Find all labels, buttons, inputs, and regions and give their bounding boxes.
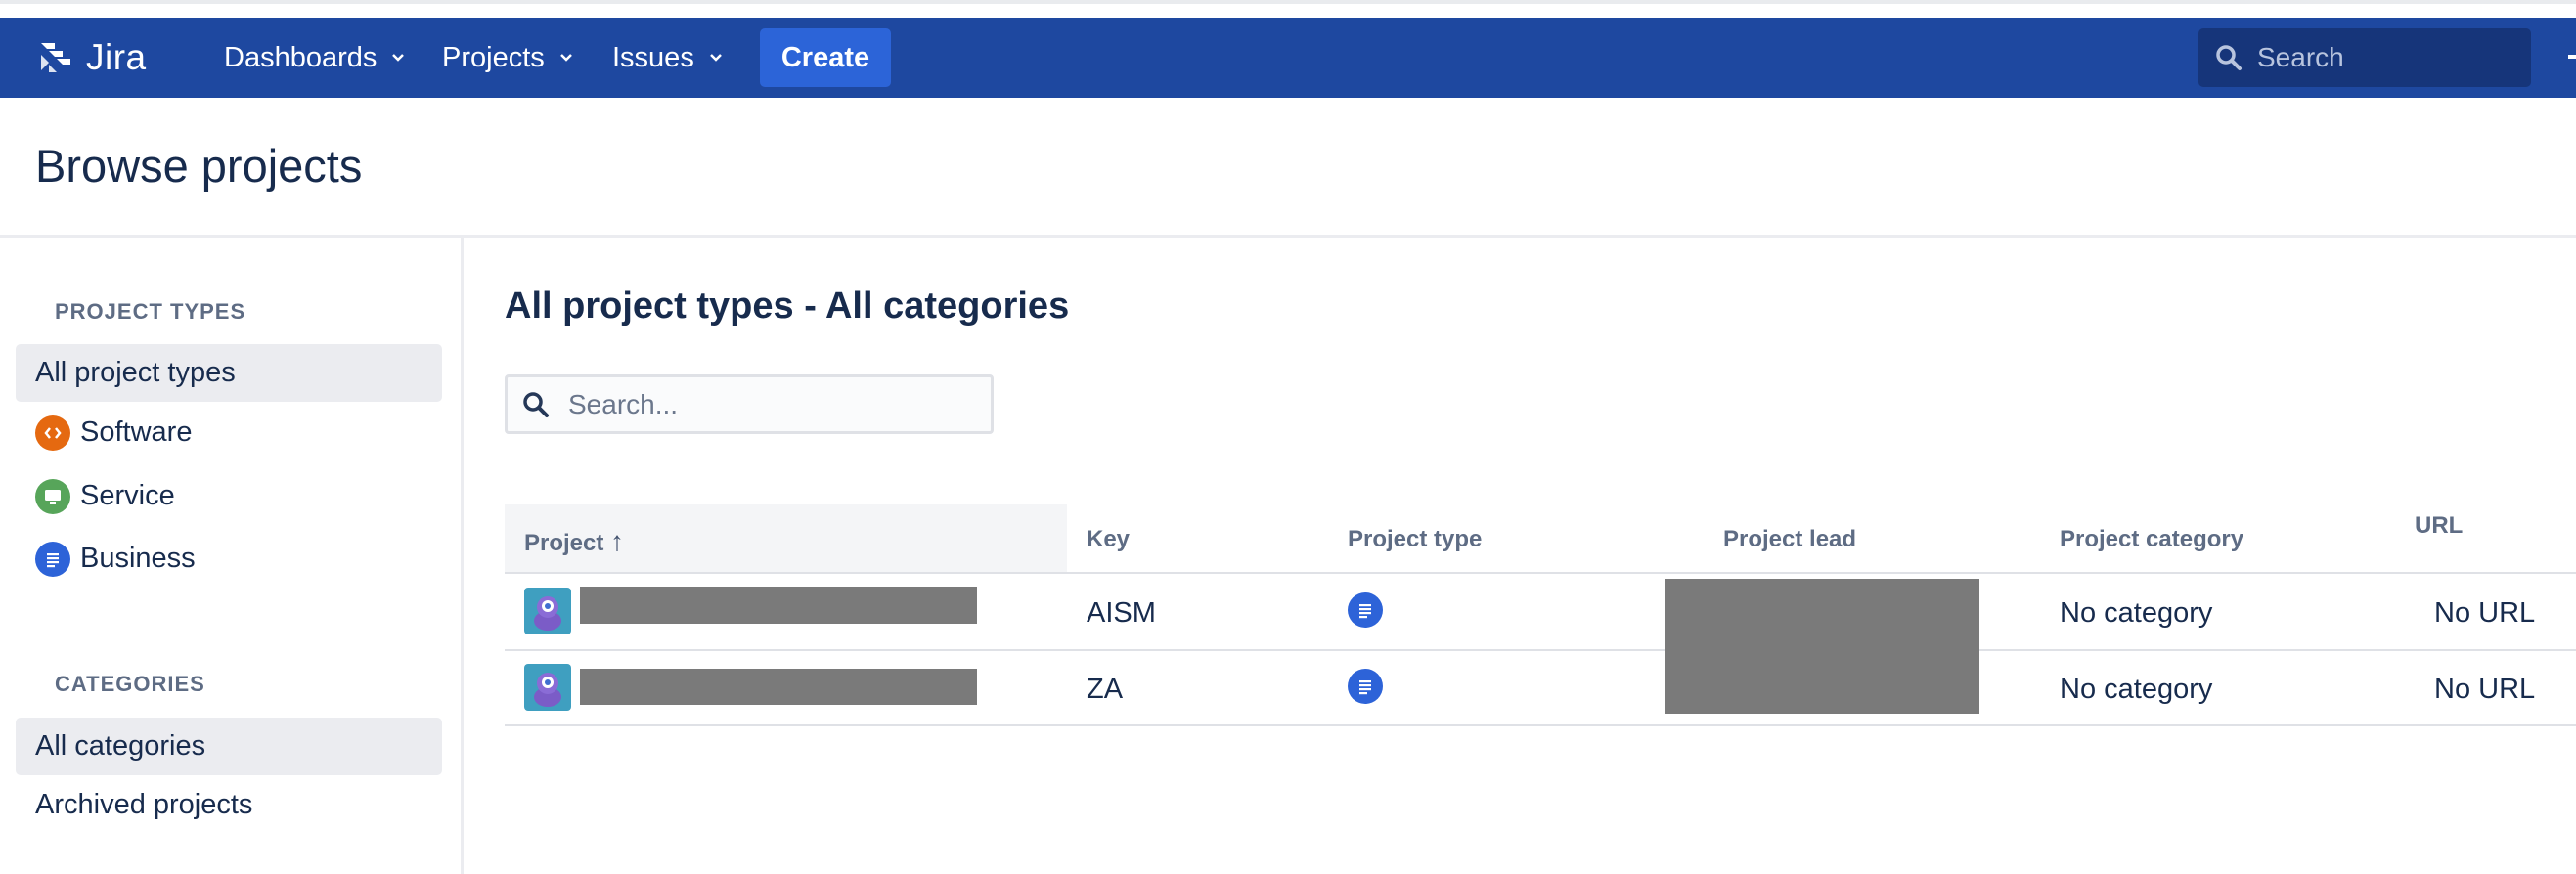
sidebar-item-label: Software	[80, 416, 193, 448]
project-avatar	[524, 588, 571, 634]
column-header-project[interactable]: Project ↑	[524, 526, 624, 557]
search-icon	[523, 391, 549, 417]
project-url: No URL	[2434, 674, 2536, 705]
sort-ascending-icon: ↑	[610, 526, 625, 556]
jira-logo-icon	[41, 43, 70, 72]
top-strip	[0, 0, 2576, 18]
project-key: ZA	[1087, 674, 1124, 705]
sidebar-item-all-categories[interactable]: All categories	[16, 718, 442, 775]
code-icon	[35, 415, 70, 451]
redacted-project-name	[580, 587, 977, 624]
sidebar-item-archived-projects[interactable]: Archived projects	[16, 776, 442, 834]
column-header-project-type[interactable]: Project type	[1348, 526, 1482, 553]
nav-issues-label: Issues	[612, 41, 694, 73]
column-header-label: Project	[524, 530, 604, 556]
project-search-input[interactable]	[568, 388, 979, 420]
jira-logo[interactable]: Jira	[35, 37, 147, 78]
column-header-project-lead[interactable]: Project lead	[1723, 526, 1856, 553]
project-avatar	[524, 664, 571, 711]
business-icon	[1348, 592, 1383, 628]
redacted-project-lead	[1665, 579, 1979, 714]
create-button[interactable]: Create	[760, 28, 891, 87]
categories-heading: CATEGORIES	[55, 672, 205, 696]
column-header-url[interactable]: URL	[2415, 512, 2463, 540]
chevron-down-icon	[392, 54, 405, 62]
nav-projects-label: Projects	[442, 41, 545, 73]
sidebar-item-all-project-types[interactable]: All project types	[16, 344, 442, 402]
sidebar: PROJECT TYPES All project types Software…	[0, 238, 464, 874]
top-navigation: Jira Dashboards Projects Issues Create	[0, 18, 2576, 98]
sidebar-item-label: All project types	[35, 357, 236, 388]
project-url: No URL	[2434, 597, 2536, 629]
sidebar-item-business[interactable]: Business	[16, 530, 442, 588]
project-category: No category	[2060, 674, 2213, 705]
search-icon	[2216, 45, 2242, 70]
redacted-project-name	[580, 669, 977, 705]
sidebar-item-software[interactable]: Software	[16, 404, 442, 461]
table-header-divider	[505, 572, 2576, 574]
monitor-icon	[35, 478, 70, 514]
page-header: Browse projects	[0, 98, 2576, 238]
sidebar-item-label: Business	[80, 543, 196, 574]
content-title: All project types - All categories	[505, 285, 1070, 327]
top-strip-edge	[0, 0, 2576, 4]
column-header-key[interactable]: Key	[1087, 526, 1130, 553]
nav-dashboards[interactable]: Dashboards	[224, 39, 406, 76]
chevron-down-icon	[559, 54, 572, 62]
global-search-input[interactable]	[2257, 42, 2511, 73]
project-search[interactable]	[505, 374, 994, 434]
sidebar-item-label: Archived projects	[35, 789, 253, 820]
sidebar-item-service[interactable]: Service	[16, 467, 442, 525]
chevron-down-icon	[709, 54, 722, 62]
project-category: No category	[2060, 597, 2213, 629]
global-search[interactable]	[2198, 28, 2531, 87]
logo-text: Jira	[86, 37, 147, 77]
table-row-divider	[505, 649, 2576, 651]
nav-dashboards-label: Dashboards	[224, 41, 378, 73]
table-row-divider	[505, 724, 2576, 726]
business-icon	[1348, 669, 1383, 704]
document-lines-icon	[35, 541, 70, 577]
page-title: Browse projects	[35, 140, 363, 192]
nav-issues[interactable]: Issues	[612, 39, 724, 76]
nav-projects[interactable]: Projects	[442, 39, 574, 76]
project-key: AISM	[1087, 597, 1156, 629]
nav-edge	[2568, 55, 2576, 59]
sidebar-item-label: All categories	[35, 730, 206, 762]
sidebar-item-label: Service	[80, 480, 175, 511]
column-header-project-category[interactable]: Project category	[2060, 526, 2243, 553]
project-types-heading: PROJECT TYPES	[55, 299, 246, 324]
